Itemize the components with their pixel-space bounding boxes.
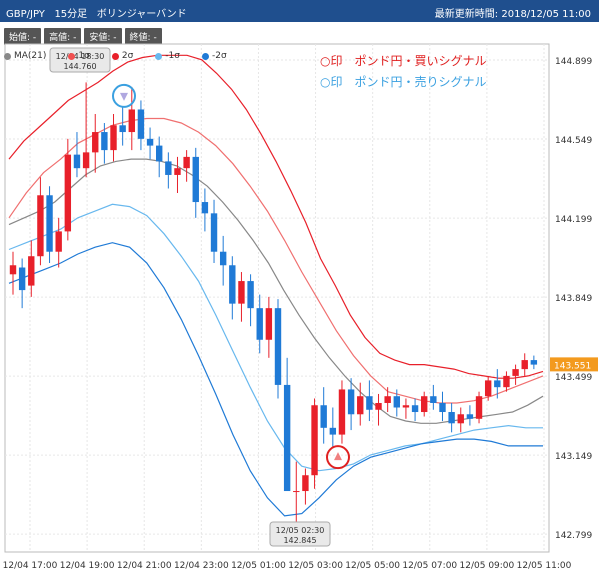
y-tick-label: 144.549	[555, 136, 592, 146]
candle-down	[247, 281, 254, 309]
candle-up	[174, 168, 181, 175]
high-annotation-value: 144.760	[63, 62, 96, 71]
candle-down	[192, 156, 199, 203]
candle-up	[457, 414, 464, 424]
legend-2sigma-dot	[111, 52, 119, 60]
x-tick-label: 12/04 19:00	[60, 561, 115, 571]
legend-minus2sigma: -2σ	[201, 51, 227, 61]
candle-up	[110, 125, 117, 151]
y-tick-label: 142.799	[555, 531, 592, 541]
legend-ma-dot	[4, 52, 11, 60]
candle-up	[375, 402, 382, 410]
candle-up	[421, 396, 428, 413]
x-tick-label: 12/05 01:00	[231, 561, 286, 571]
candle-up	[28, 256, 35, 286]
bollinger-chart[interactable]: 144.899 144.549 144.199 143.849 143.499 143.1…	[0, 0, 599, 572]
legend-1sigma-dot	[68, 52, 76, 60]
x-tick-label: 12/05 11:00	[517, 561, 572, 571]
candle-down	[448, 412, 455, 424]
low-annotation-time: 12/05 02:30	[276, 526, 325, 535]
candle-up	[64, 154, 72, 232]
candle-up	[128, 109, 135, 133]
x-tick-label: 12/05 03:00	[288, 561, 343, 571]
x-tick-label: 12/04 23:00	[174, 561, 229, 571]
candle-down	[494, 380, 501, 388]
candle-down	[165, 161, 172, 175]
candle-down	[219, 251, 227, 266]
candle-down	[18, 267, 26, 291]
legend: MA(21) 1σ 2σ -1σ -2σ	[4, 51, 227, 61]
legend-minus1sigma: -1σ	[155, 51, 180, 61]
x-tick-label: 12/04 17:00	[3, 561, 58, 571]
candle-down	[320, 405, 327, 428]
candle-down	[430, 396, 437, 403]
candle-down	[137, 109, 145, 139]
low-annotation-value: 142.845	[283, 536, 316, 545]
candle-down	[229, 265, 236, 304]
y-tick-label: 143.849	[555, 294, 592, 304]
sell-signal-legend: ○印 ポンド円・売りシグナル	[320, 75, 487, 89]
candle-down	[256, 308, 263, 340]
legend-minus2sigma-dot	[201, 52, 209, 60]
candle-down	[210, 213, 218, 252]
legend-2sigma: 2σ	[111, 51, 133, 61]
y-tick-label: 143.149	[555, 452, 592, 462]
candle-down	[439, 402, 446, 413]
x-tick-label: 12/05 07:00	[402, 561, 457, 571]
candle-down	[101, 132, 108, 151]
candle-up	[92, 132, 99, 153]
candle-down	[411, 405, 419, 413]
candle-down	[46, 195, 53, 252]
legend-1sigma: 1σ	[68, 51, 90, 61]
candle-up	[9, 265, 17, 275]
candle-up	[311, 405, 318, 476]
x-tick-label: 12/04 21:00	[117, 561, 172, 571]
candle-up	[37, 195, 44, 257]
candle-up	[402, 405, 410, 408]
legend-minus1sigma-dot	[155, 52, 163, 60]
x-tick-label: 12/05 09:00	[460, 561, 515, 571]
candle-up	[521, 360, 528, 370]
candle-up	[238, 281, 245, 304]
candle-up	[293, 491, 300, 493]
candle-down	[274, 308, 282, 385]
y-tick-label: 143.499	[555, 373, 592, 383]
candle-up	[384, 396, 391, 403]
candle-up	[265, 308, 273, 340]
candle-down	[393, 396, 400, 408]
candle-down	[329, 427, 337, 435]
candle-down	[283, 384, 291, 492]
candle-up	[55, 231, 62, 252]
candle-up	[503, 375, 510, 388]
candle-down	[366, 396, 373, 410]
candle-up	[357, 396, 364, 415]
x-tick-label: 12/05 05:00	[345, 561, 400, 571]
candle-up	[475, 396, 483, 419]
candle-down	[466, 414, 474, 419]
candle-up	[484, 380, 492, 397]
legend-ma: MA(21)	[4, 51, 46, 61]
candle-up	[302, 475, 309, 492]
candle-down	[347, 389, 355, 415]
candle-down	[201, 202, 209, 214]
candle-up	[338, 389, 346, 435]
candle-up	[512, 369, 519, 376]
candle-down	[146, 138, 154, 146]
candle-up	[82, 152, 90, 169]
current-price-label: 143.551	[554, 361, 591, 371]
y-tick-label: 144.199	[555, 215, 592, 225]
candle-down	[119, 125, 126, 133]
y-tick-label: 144.899	[555, 57, 592, 67]
buy-signal-legend: ○印 ポンド円・買いシグナル	[320, 54, 487, 68]
candle-down	[530, 360, 538, 365]
candle-down	[73, 154, 81, 169]
candle-up	[183, 156, 190, 169]
candle-down	[156, 145, 163, 162]
